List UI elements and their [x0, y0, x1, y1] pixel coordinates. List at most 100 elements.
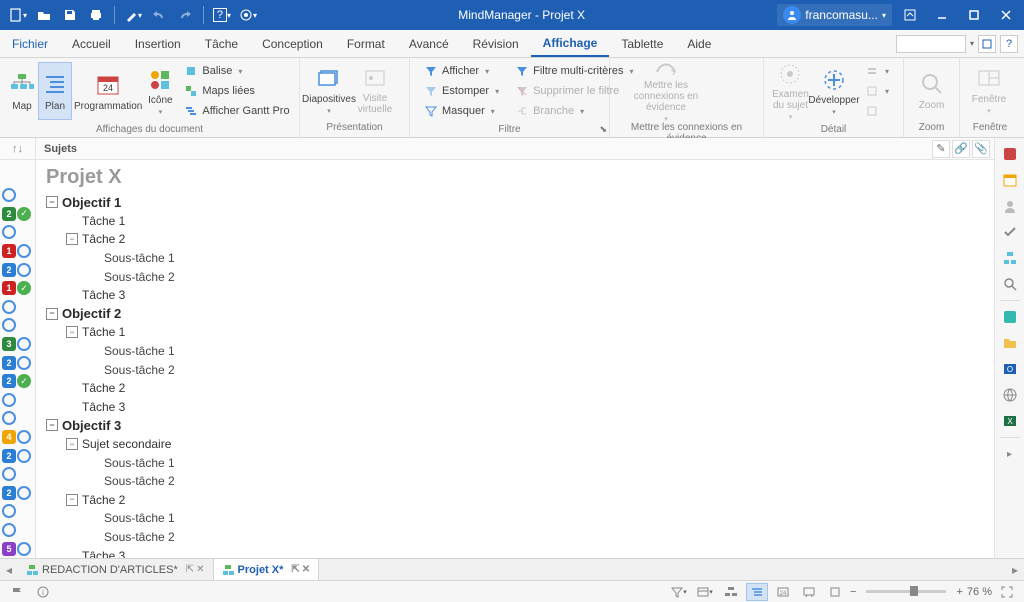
help-button[interactable]: ? [1000, 35, 1018, 53]
outline-node[interactable]: −Objectif 2 [46, 305, 994, 324]
expand-toggle[interactable]: − [66, 438, 78, 450]
gantt-button[interactable]: Afficher Gantt Pro [180, 102, 293, 120]
rail-browser-button[interactable] [998, 305, 1022, 329]
new-file-button[interactable]: ▾ [6, 3, 30, 27]
format-painter-button[interactable]: ▾ [121, 3, 145, 27]
outline-node[interactable]: Sous-tâche 1 [46, 249, 994, 268]
help-dropdown-button[interactable]: ?▾ [210, 3, 234, 27]
status-view-presentation-button[interactable] [798, 583, 820, 601]
ribbon-collapse-button[interactable] [896, 1, 924, 29]
visite-virtuelle-button[interactable]: Visite virtuelle [352, 61, 398, 119]
tab-pin-button[interactable]: ⇱ [291, 564, 299, 575]
tab-tablette[interactable]: Tablette [609, 30, 675, 57]
balise-button[interactable]: Balise▾ [180, 62, 293, 80]
linked-maps-button[interactable]: Maps liées [180, 82, 293, 100]
close-button[interactable] [992, 1, 1020, 29]
outline-node[interactable]: Sous-tâche 1 [46, 453, 994, 472]
filter-estomper-button[interactable]: Estomper▾ [420, 82, 503, 100]
detail-opt1-button[interactable]: ▾ [861, 62, 893, 80]
expand-toggle[interactable]: − [66, 326, 78, 338]
diapositives-button[interactable]: Diapositives ▾ [306, 61, 352, 119]
outline-node[interactable]: −Tâche 2 [46, 230, 994, 249]
expand-toggle[interactable]: − [66, 494, 78, 506]
ribbon-option-button[interactable] [978, 35, 996, 53]
outline-node[interactable]: Sous-tâche 1 [46, 342, 994, 361]
expand-toggle[interactable]: − [46, 308, 58, 320]
redo-button[interactable] [173, 3, 197, 27]
tab-tâche[interactable]: Tâche [193, 30, 250, 57]
rail-tasks-button[interactable] [998, 220, 1022, 244]
tab-accueil[interactable]: Accueil [60, 30, 123, 57]
outline-node[interactable]: −Objectif 3 [46, 416, 994, 435]
programmation-view-button[interactable]: 24 Programmation [72, 62, 144, 120]
zoom-percent-label[interactable]: 76 % [967, 586, 992, 598]
developper-button[interactable]: Développer ▾ [811, 62, 857, 120]
status-panel-button[interactable]: ▾ [694, 583, 716, 601]
rail-mindmanager-button[interactable] [998, 142, 1022, 166]
rail-folder-button[interactable] [998, 331, 1022, 355]
outline-node[interactable]: −Tâche 1 [46, 323, 994, 342]
tab-aide[interactable]: Aide [675, 30, 723, 57]
document-tab[interactable]: Projet X*⇱✕ [214, 559, 320, 580]
filter-masquer-button[interactable]: Masquer▾ [420, 102, 503, 120]
icone-view-button[interactable]: Icône ▾ [144, 62, 176, 120]
map-view-button[interactable]: Map [6, 62, 38, 120]
outline-node[interactable]: Sous-tâche 2 [46, 360, 994, 379]
doctabs-right-arrow[interactable]: ▸ [1006, 559, 1024, 580]
status-fullscreen-button[interactable] [996, 583, 1018, 601]
style-selector[interactable] [896, 35, 966, 53]
user-account-button[interactable]: francomasu... ▾ [777, 4, 892, 26]
expand-toggle[interactable]: − [46, 196, 58, 208]
detail-opt2-button[interactable]: ▾ [861, 82, 893, 100]
outline-node[interactable]: Tâche 3 [46, 546, 994, 558]
status-flag-button[interactable] [6, 583, 28, 601]
detail-opt3-button[interactable] [861, 102, 893, 120]
expand-toggle[interactable]: − [46, 419, 58, 431]
rail-contacts-button[interactable] [998, 194, 1022, 218]
rail-excel-button[interactable]: X [998, 409, 1022, 433]
outline-node[interactable]: Tâche 3 [46, 286, 994, 305]
outline-node[interactable]: Tâche 1 [46, 212, 994, 231]
tab-close-button[interactable]: ✕ [302, 564, 310, 575]
view-dropdown-button[interactable]: ▾ [236, 3, 260, 27]
tab-avancé[interactable]: Avancé [397, 30, 461, 57]
filter-launcher-icon[interactable]: ⬊ [599, 124, 607, 135]
rail-outlook-button[interactable]: O [998, 357, 1022, 381]
minimize-button[interactable] [928, 1, 956, 29]
expand-toggle[interactable]: − [66, 233, 78, 245]
status-view-schedule-button[interactable]: 24 [772, 583, 794, 601]
connexions-button[interactable]: Mettre les connexions en évidence ▾ [616, 61, 716, 119]
tab-format[interactable]: Format [335, 30, 397, 57]
print-button[interactable] [84, 3, 108, 27]
gutter-header[interactable]: ↑↓ [0, 138, 35, 160]
undo-button[interactable] [147, 3, 171, 27]
outline-tool-edit-button[interactable]: ✎ [932, 140, 950, 158]
zoom-out-button[interactable]: − [850, 586, 856, 598]
outline-node[interactable]: Sous-tâche 2 [46, 528, 994, 547]
zoom-slider[interactable] [866, 590, 946, 593]
fenetre-button[interactable]: Fenêtre ▾ [966, 61, 1012, 119]
status-zoom-fit-button[interactable] [824, 583, 846, 601]
outline-node[interactable]: Sous-tâche 1 [46, 509, 994, 528]
outline-tool-attachment-button[interactable]: 📎 [972, 140, 990, 158]
rail-collapse-button[interactable]: ▸ [998, 442, 1022, 466]
status-info-button[interactable]: i [32, 583, 54, 601]
save-button[interactable] [58, 3, 82, 27]
rail-mindmap-button[interactable] [998, 246, 1022, 270]
outline-node[interactable]: Sous-tâche 2 [46, 267, 994, 286]
plan-view-button[interactable]: Plan [38, 62, 72, 120]
status-view-outline-button[interactable] [746, 583, 768, 601]
doctabs-left-arrow[interactable]: ◂ [0, 559, 18, 580]
status-filter-button[interactable]: ▾ [668, 583, 690, 601]
status-view-map-button[interactable] [720, 583, 742, 601]
examen-sujet-button[interactable]: Examen du sujet ▾ [770, 62, 811, 120]
rail-calendar-button[interactable] [998, 168, 1022, 192]
outline-node[interactable]: Tâche 3 [46, 398, 994, 417]
outline-node[interactable]: −Sujet secondaire [46, 435, 994, 454]
open-file-button[interactable] [32, 3, 56, 27]
zoom-button[interactable]: Zoom [910, 61, 953, 119]
filter-afficher-button[interactable]: Afficher▾ [420, 62, 503, 80]
outline-node[interactable]: −Tâche 2 [46, 491, 994, 510]
tab-affichage[interactable]: Affichage [531, 30, 610, 57]
outline-column-header[interactable]: Sujets [36, 143, 85, 155]
